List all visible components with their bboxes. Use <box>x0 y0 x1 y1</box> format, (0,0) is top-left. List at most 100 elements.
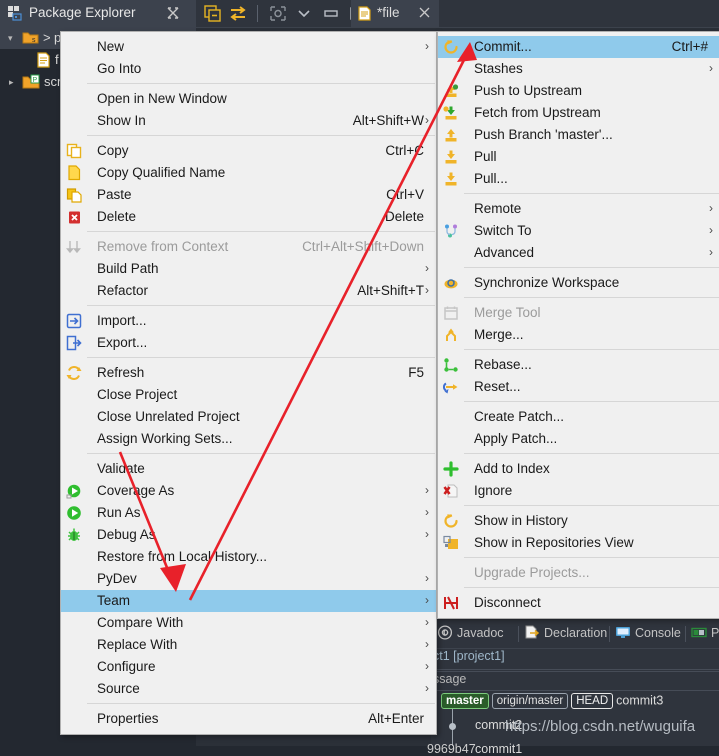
menu-item-build-path[interactable]: Build Path › <box>61 258 436 280</box>
menu-item-merge[interactable]: Merge... <box>438 324 719 346</box>
menu-item-label: New <box>97 39 125 54</box>
minimize-icon[interactable] <box>322 5 340 22</box>
menu-item-replace-with[interactable]: Replace With › <box>61 634 436 656</box>
editor-tab-file[interactable]: *file <box>351 0 439 27</box>
menu-item-copy-qualified-name[interactable]: Copy Qualified Name <box>61 162 436 184</box>
menu-item-debug-as[interactable]: Debug As › <box>61 524 436 546</box>
menu-item-export[interactable]: Export... <box>61 332 436 354</box>
menu-item-run-as[interactable]: Run As › <box>61 502 436 524</box>
menu-item-team[interactable]: Team › <box>61 590 436 612</box>
menu-item-configure[interactable]: Configure › <box>61 656 436 678</box>
view-toolbar[interactable] <box>196 0 719 28</box>
team-submenu[interactable]: Commit... Ctrl+# Stashes › Push to Upstream F… <box>437 31 719 619</box>
menu-item-open-in-new-window[interactable]: Open in New Window <box>61 88 436 110</box>
package-explorer-tab[interactable]: Package Explorer <box>0 0 196 27</box>
menu-item-push-to-upstream[interactable]: Push to Upstream <box>438 80 719 102</box>
menu-item-fetch-from-upstream[interactable]: Fetch from Upstream <box>438 102 719 124</box>
submenu-chevron-icon: › <box>425 681 429 695</box>
menu-item-validate[interactable]: Validate <box>61 458 436 480</box>
menu-item-source[interactable]: Source › <box>61 678 436 700</box>
menu-item-close-project[interactable]: Close Project <box>61 384 436 406</box>
collapse-all-icon[interactable] <box>204 5 222 22</box>
submenu-chevron-icon: › <box>425 505 429 519</box>
submenu-chevron-icon: › <box>425 659 429 673</box>
menu-item-advanced[interactable]: Advanced › <box>438 242 719 264</box>
menu-item-create-patch[interactable]: Create Patch... <box>438 406 719 428</box>
menu-item-stashes[interactable]: Stashes › <box>438 58 719 80</box>
menu-item-label: Merge Tool <box>474 305 541 320</box>
menu-item-switch-to[interactable]: Switch To › <box>438 220 719 242</box>
svg-text:s: s <box>32 37 36 44</box>
context-menu[interactable]: New › Go Into Open in New Window Show In Alt+… <box>60 31 437 735</box>
menu-item-import[interactable]: Import... <box>61 310 436 332</box>
bottom-view-tabbar[interactable]: Javadoc Declaration Console P <box>431 620 719 649</box>
pull-dialog-icon <box>445 172 457 186</box>
menu-item-label: Close Unrelated Project <box>97 409 240 424</box>
menu-item-rebase[interactable]: Rebase... <box>438 354 719 376</box>
tree-expander-icon[interactable]: ▾ <box>8 33 13 44</box>
menu-item-label: Upgrade Projects... <box>474 565 590 580</box>
menu-item-assign-working-sets[interactable]: Assign Working Sets... <box>61 428 436 450</box>
menu-item-disconnect[interactable]: Disconnect <box>438 592 719 614</box>
commit-row-1[interactable]: master origin/master HEAD commit3 <box>441 693 663 709</box>
menu-item-new[interactable]: New › <box>61 36 436 58</box>
menu-item-push-branch-master[interactable]: Push Branch 'master'... <box>438 124 719 146</box>
commit-message-1[interactable]: commit1 <box>475 742 522 756</box>
menu-item-apply-patch[interactable]: Apply Patch... <box>438 428 719 450</box>
javadoc-icon <box>437 625 453 640</box>
menu-item-delete[interactable]: Delete Delete <box>61 206 436 228</box>
menu-item-pull[interactable]: Pull <box>438 146 719 168</box>
menu-item-restore-from-local-history[interactable]: Restore from Local History... <box>61 546 436 568</box>
view-menu-chevron-down-icon[interactable] <box>295 5 313 22</box>
menu-item-label: Commit... <box>474 39 532 54</box>
submenu-chevron-icon: › <box>425 39 429 53</box>
menu-item-coverage-as[interactable]: Coverage As › <box>61 480 436 502</box>
menu-item-label: Paste <box>97 187 132 202</box>
rebase-icon <box>444 358 458 372</box>
menu-item-ignore[interactable]: Ignore <box>438 480 719 502</box>
file-icon <box>358 6 371 21</box>
menu-item-paste[interactable]: Paste Ctrl+V <box>61 184 436 206</box>
menu-item-refactor[interactable]: Refactor Alt+Shift+T › <box>61 280 436 302</box>
menu-item-compare-with[interactable]: Compare With › <box>61 612 436 634</box>
tree-expander-collapsed-icon[interactable]: ▸ <box>9 77 14 88</box>
toolbar-separator <box>257 5 258 22</box>
switch-to-icon <box>445 224 457 238</box>
menu-item-remove-from-context: Remove from Context Ctrl+Alt+Shift+Down <box>61 236 436 258</box>
menu-item-label: Compare With <box>97 615 184 630</box>
menu-item-label: PyDev <box>97 571 137 586</box>
show-in-history-icon <box>444 514 458 528</box>
menu-item-synchronize-workspace[interactable]: Synchronize Workspace <box>438 272 719 294</box>
menu-item-pull[interactable]: Pull... <box>438 168 719 190</box>
menu-separator <box>87 83 435 84</box>
menu-item-label: Advanced <box>474 245 535 260</box>
menu-item-show-in-repositories-view[interactable]: Show in Repositories View <box>438 532 719 554</box>
close-icon[interactable] <box>418 6 431 19</box>
menu-item-pydev[interactable]: PyDev › <box>61 568 436 590</box>
commit-graph-node <box>449 723 456 730</box>
menu-item-close-unrelated-project[interactable]: Close Unrelated Project <box>61 406 436 428</box>
menu-item-commit[interactable]: Commit... Ctrl+# <box>438 36 719 58</box>
menu-item-show-in-history[interactable]: Show in History <box>438 510 719 532</box>
menu-item-properties[interactable]: Properties Alt+Enter <box>61 708 436 730</box>
link-with-editor-icon[interactable] <box>229 5 247 22</box>
file-icon <box>37 52 50 68</box>
menu-item-go-into[interactable]: Go Into <box>61 58 436 80</box>
menu-item-reset[interactable]: Reset... <box>438 376 719 398</box>
menu-item-refresh[interactable]: Refresh F5 <box>61 362 436 384</box>
close-icon[interactable] <box>166 6 180 20</box>
menu-item-label: Replace With <box>97 637 178 652</box>
menu-item-label: Run As <box>97 505 141 520</box>
menu-item-remote[interactable]: Remote › <box>438 198 719 220</box>
menu-item-show-in[interactable]: Show In Alt+Shift+W › <box>61 110 436 132</box>
menu-item-label: Go Into <box>97 61 142 76</box>
menu-item-add-to-index[interactable]: Add to Index <box>438 458 719 480</box>
add-to-index-icon <box>443 461 459 477</box>
menu-item-shortcut: Alt+Shift+T <box>357 283 424 298</box>
menu-item-label: Source <box>97 681 140 696</box>
menu-item-label: Remove from Context <box>97 239 229 254</box>
focus-icon[interactable] <box>269 5 287 22</box>
menu-item-copy[interactable]: Copy Ctrl+C <box>61 140 436 162</box>
watermark-url: https://blog.csdn.net/wuguifa <box>505 718 696 735</box>
menu-separator <box>87 453 435 454</box>
